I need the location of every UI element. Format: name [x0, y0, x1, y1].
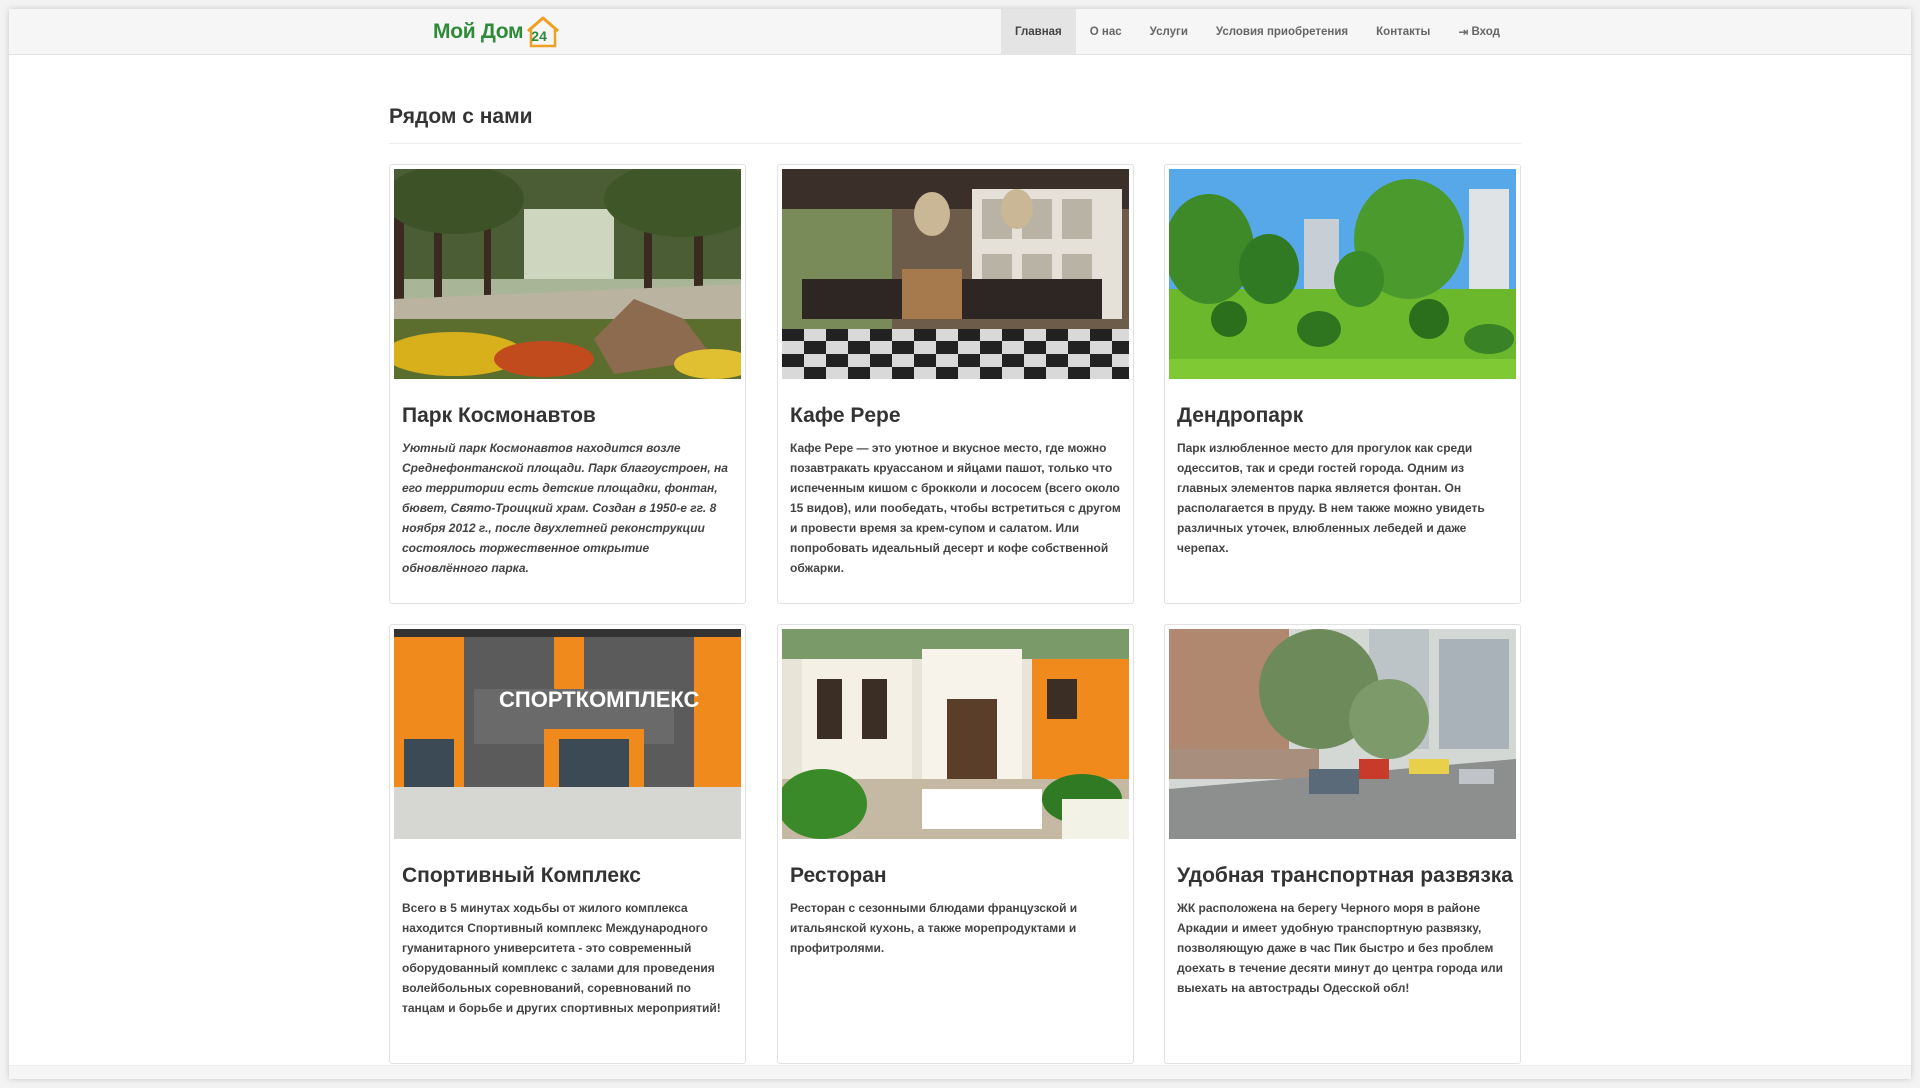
place-card-sport-complex[interactable]: СПОРТКОМПЛЕКС Спортивный Комплекс Всего … — [389, 624, 746, 1064]
card-title: Дендропарк — [1177, 404, 1304, 427]
place-card-transport[interactable]: Удобная транспортная развязка ЖК располо… — [1164, 624, 1521, 1064]
nav-item-label: Условия приобретения — [1215, 26, 1349, 38]
card-description: Парк излюбленное место для прогулок как … — [1177, 441, 1485, 555]
place-card-cafe[interactable]: Кафе Pepe Кафе Pepe — это уютное и вкусн… — [777, 164, 1134, 604]
nav-item-contacts[interactable]: Контакты — [1362, 9, 1444, 55]
card-title: Спортивный Комплекс — [402, 864, 641, 887]
place-card-park[interactable]: Парк Космонавтов Уютный парк Космонавтов… — [389, 164, 746, 604]
card-description: Уютный парк Космонавтов находится возле … — [402, 441, 728, 575]
nav-item-label: О нас — [1089, 26, 1122, 38]
browser-viewport: Мой Дом 24 Главная О нас Услуги Условия … — [9, 9, 1911, 1079]
logo-number: 24 — [531, 28, 547, 44]
nav-item-purchase-terms[interactable]: Условия приобретения — [1202, 9, 1362, 55]
title-divider — [389, 143, 1521, 144]
park-image — [394, 169, 741, 379]
nav-item-services[interactable]: Услуги — [1136, 9, 1202, 55]
main-nav: Главная О нас Услуги Условия приобретени… — [1001, 9, 1514, 55]
nav-item-label: Вход — [1471, 26, 1500, 38]
card-description: ЖК расположена на берегу Черного моря в … — [1177, 901, 1504, 995]
page-title: Рядом с нами — [389, 105, 533, 128]
logo-text: Мой Дом — [433, 20, 524, 43]
nav-item-label: Главная — [1015, 26, 1062, 38]
cafe-image — [782, 169, 1129, 379]
nav-item-label: Контакты — [1376, 26, 1431, 38]
nav-item-login[interactable]: ⇥ Вход — [1444, 9, 1514, 55]
footer-strip — [9, 1065, 1911, 1079]
card-title: Парк Космонавтов — [402, 404, 596, 427]
nav-item-about[interactable]: О нас — [1076, 9, 1136, 55]
sport-complex-sign: СПОРТКОМПЛЕКС — [499, 687, 700, 712]
card-description: Всего в 5 минутах ходьбы от жилого компл… — [402, 901, 721, 1015]
card-title: Кафе Pepe — [790, 404, 901, 427]
house-icon: 24 — [525, 15, 561, 49]
card-title: Ресторан — [790, 864, 887, 887]
card-description: Кафе Pepe — это уютное и вкусное место, … — [790, 441, 1121, 575]
sport-complex-image: СПОРТКОМПЛЕКС — [394, 629, 741, 839]
site-logo[interactable]: Мой Дом 24 — [433, 15, 561, 49]
dendropark-image — [1169, 169, 1516, 379]
place-card-dendropark[interactable]: Дендропарк Парк излюбленное место для пр… — [1164, 164, 1521, 604]
login-icon: ⇥ — [1458, 25, 1469, 39]
top-navbar: Мой Дом 24 Главная О нас Услуги Условия … — [9, 9, 1911, 55]
transport-image — [1169, 629, 1516, 839]
nav-item-home[interactable]: Главная — [1001, 9, 1076, 55]
place-card-restaurant[interactable]: Ресторан Ресторан с сезонными блюдами фр… — [777, 624, 1134, 1064]
restaurant-image — [782, 629, 1129, 839]
nav-item-label: Услуги — [1149, 26, 1188, 38]
card-description: Ресторан с сезонными блюдами французской… — [790, 901, 1078, 955]
card-title: Удобная транспортная развязка — [1177, 864, 1513, 887]
